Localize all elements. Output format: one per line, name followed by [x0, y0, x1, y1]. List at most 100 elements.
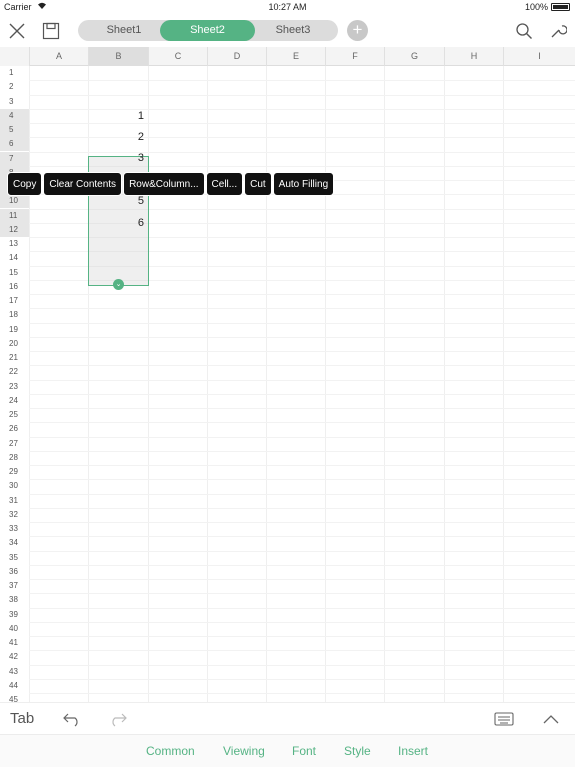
grid-line	[29, 308, 575, 310]
row-header[interactable]: 34	[0, 536, 29, 550]
row-header[interactable]: 17	[0, 294, 29, 308]
grid-line	[29, 80, 575, 82]
column-header[interactable]: E	[266, 47, 325, 66]
spreadsheet-grid[interactable]: A B C D E F G H I 1234567891011121314151…	[0, 47, 575, 702]
menu-common[interactable]: Common	[146, 744, 195, 758]
top-toolbar: Sheet1 Sheet2 Sheet3 +	[0, 14, 575, 47]
grid-line	[29, 678, 575, 680]
grid-line	[29, 479, 575, 481]
grid-line	[29, 564, 575, 566]
cell-B6[interactable]: 3	[89, 151, 147, 165]
row-header[interactable]: 31	[0, 494, 29, 508]
row-header[interactable]: 36	[0, 565, 29, 579]
row-header[interactable]: 1	[0, 66, 29, 80]
cell-B5[interactable]: 2	[89, 130, 147, 144]
row-header[interactable]: 2	[0, 80, 29, 94]
row-header[interactable]: 43	[0, 665, 29, 679]
tab-key-button[interactable]: Tab	[10, 710, 34, 727]
grid-line	[29, 536, 575, 538]
tab-sheet1[interactable]: Sheet1	[82, 20, 166, 41]
row-header[interactable]: 27	[0, 437, 29, 451]
row-header[interactable]: 21	[0, 351, 29, 365]
grid-line	[29, 465, 575, 466]
row-header[interactable]: 15	[0, 266, 29, 280]
row-header[interactable]: 26	[0, 422, 29, 436]
grid-line	[29, 522, 575, 523]
row-header[interactable]: 24	[0, 394, 29, 408]
row-header[interactable]: 35	[0, 551, 29, 565]
row-header[interactable]: 39	[0, 608, 29, 622]
grid-line	[29, 450, 575, 452]
menu-item-clear-contents[interactable]: Clear Contents	[43, 172, 123, 196]
row-header[interactable]: 12	[0, 222, 29, 237]
row-header[interactable]: 3	[0, 95, 29, 109]
column-header[interactable]: G	[384, 47, 444, 66]
row-header[interactable]: 11	[0, 208, 29, 223]
row-header[interactable]: 22	[0, 365, 29, 379]
menu-viewing[interactable]: Viewing	[223, 744, 265, 758]
row-header[interactable]: 30	[0, 479, 29, 493]
wrench-icon[interactable]	[545, 18, 571, 44]
select-all-corner[interactable]	[0, 47, 29, 66]
menu-item-auto-filling[interactable]: Auto Filling	[272, 172, 335, 196]
column-header[interactable]: A	[29, 47, 88, 66]
undo-icon[interactable]	[60, 708, 84, 730]
tab-sheet2[interactable]: Sheet2	[160, 20, 255, 41]
menu-item-cut[interactable]: Cut	[244, 172, 272, 196]
row-header[interactable]: 25	[0, 408, 29, 422]
row-header[interactable]: 6	[0, 137, 29, 152]
column-header[interactable]: F	[325, 47, 384, 66]
row-header[interactable]: 7	[0, 151, 29, 166]
keyboard-icon[interactable]	[492, 708, 516, 730]
menu-item-row-column[interactable]: Row&Column...	[123, 172, 205, 196]
fill-handle-icon[interactable]: ⌄	[113, 279, 124, 290]
row-header[interactable]: 33	[0, 522, 29, 536]
menu-item-copy[interactable]: Copy	[7, 172, 43, 196]
close-icon[interactable]	[4, 18, 30, 44]
cell-B9[interactable]: 6	[89, 216, 147, 230]
row-header[interactable]: 42	[0, 650, 29, 664]
row-header[interactable]: 23	[0, 380, 29, 394]
row-header[interactable]: 4	[0, 108, 29, 123]
grid-line	[29, 693, 575, 694]
battery-percent: 100%	[524, 2, 548, 12]
column-header[interactable]: I	[503, 47, 575, 66]
row-header[interactable]: 29	[0, 465, 29, 479]
row-header[interactable]: 37	[0, 579, 29, 593]
grid-line	[29, 621, 575, 623]
row-header[interactable]: 44	[0, 679, 29, 693]
redo-icon[interactable]	[106, 708, 130, 730]
row-header[interactable]: 19	[0, 323, 29, 337]
column-header[interactable]: H	[444, 47, 503, 66]
row-header[interactable]: 41	[0, 636, 29, 650]
add-sheet-button[interactable]: +	[347, 20, 368, 41]
column-header[interactable]: C	[148, 47, 207, 66]
row-header[interactable]: 16	[0, 280, 29, 294]
save-icon[interactable]	[38, 18, 64, 44]
menu-style[interactable]: Style	[344, 744, 371, 758]
row-header[interactable]: 18	[0, 308, 29, 322]
search-icon[interactable]	[511, 18, 537, 44]
menu-item-cell[interactable]: Cell...	[205, 172, 244, 196]
row-header[interactable]: 40	[0, 622, 29, 636]
column-header[interactable]: B	[88, 47, 148, 66]
column-header[interactable]: D	[207, 47, 266, 66]
row-header[interactable]: 38	[0, 593, 29, 607]
menu-insert[interactable]: Insert	[398, 744, 428, 758]
row-header[interactable]: 20	[0, 337, 29, 351]
chevron-up-icon[interactable]	[539, 708, 563, 730]
menu-font[interactable]: Font	[292, 744, 316, 758]
row-header[interactable]: 13	[0, 237, 29, 251]
row-header[interactable]: 5	[0, 123, 29, 138]
row-header[interactable]: 45	[0, 693, 29, 702]
tab-sheet3[interactable]: Sheet3	[251, 20, 335, 41]
grid-line	[29, 408, 575, 409]
row-header[interactable]: 14	[0, 251, 29, 265]
row-header[interactable]: 32	[0, 508, 29, 522]
context-menu: Copy Clear Contents Row&Column... Cell..…	[7, 172, 335, 196]
grid-line	[29, 123, 575, 124]
cell-B4[interactable]: 1	[89, 109, 147, 123]
grid-line	[29, 351, 575, 352]
row-header[interactable]: 28	[0, 451, 29, 465]
grid-line	[29, 593, 575, 595]
